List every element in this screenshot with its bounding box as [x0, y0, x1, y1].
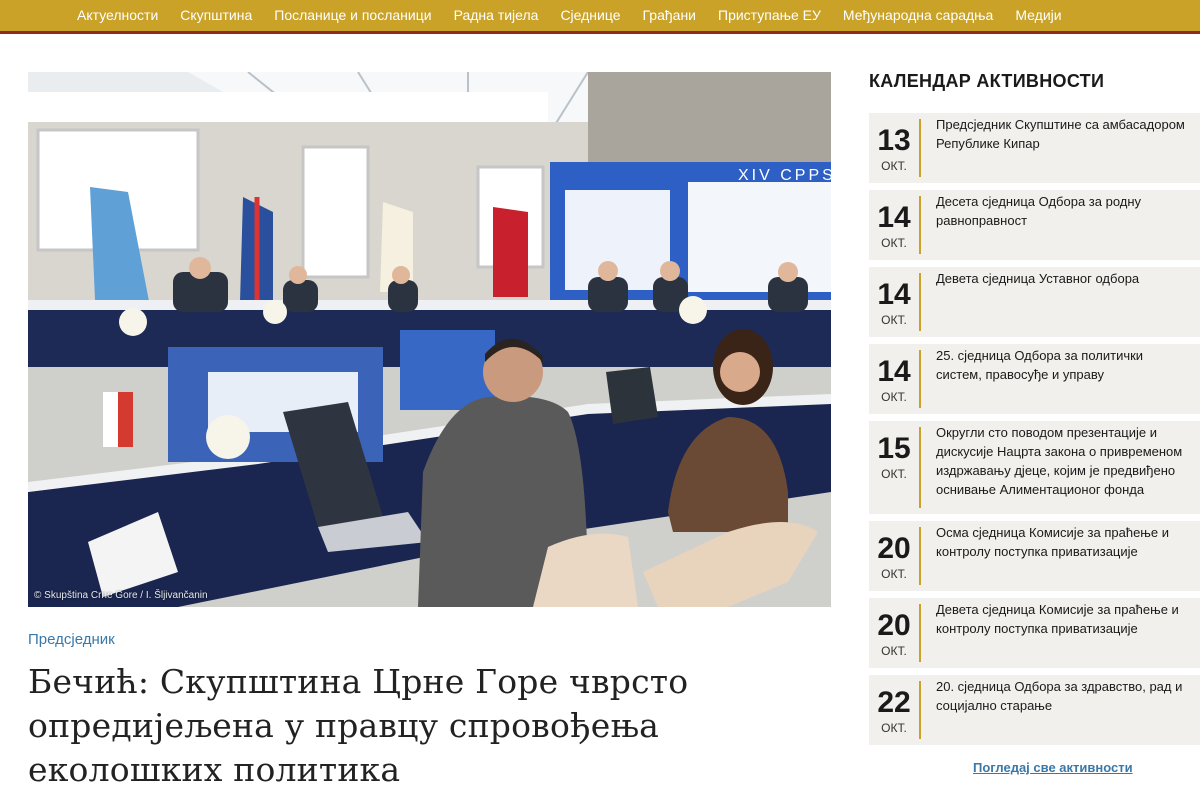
- nav-item-working-bodies[interactable]: Радна тијела: [443, 0, 550, 31]
- calendar-month: ОКТ.: [881, 467, 907, 481]
- calendar-date: 15 ОКТ.: [869, 427, 921, 508]
- calendar-item-text: Девета сједница Уставног одбора: [936, 271, 1140, 286]
- calendar-date: 20 ОКТ.: [869, 527, 921, 585]
- calendar-item-text: Девета сједница Комисије за праћење и ко…: [936, 602, 1179, 636]
- calendar-item[interactable]: 14 ОКТ. Девета сједница Уставног одбора: [869, 267, 1200, 337]
- calendar-date: 20 ОКТ.: [869, 604, 921, 662]
- calendar-title: КАЛЕНДАР АКТИВНОСТИ: [869, 71, 1105, 91]
- nav-item-citizens[interactable]: Грађани: [632, 0, 708, 31]
- view-all-activities-link[interactable]: Погледај све активности: [973, 760, 1133, 775]
- calendar-date: 14 ОКТ.: [869, 273, 921, 331]
- calendar-day: 20: [877, 609, 911, 642]
- calendar-day: 13: [877, 124, 911, 157]
- calendar-day: 22: [877, 686, 911, 719]
- calendar-item[interactable]: 22 ОКТ. 20. сједница Одбора за здравство…: [869, 675, 1200, 745]
- nav-item-sittings[interactable]: Сједнице: [549, 0, 631, 31]
- article-category-link[interactable]: Предсједник: [28, 631, 115, 648]
- calendar-month: ОКТ.: [881, 236, 907, 250]
- calendar-item-text: Округли сто поводом презентације и диску…: [936, 425, 1183, 497]
- calendar-date: 13 ОКТ.: [869, 119, 921, 177]
- calendar-item-text: Предсједник Скупштине са амбасадором Реп…: [936, 117, 1185, 151]
- calendar-date: 14 ОКТ.: [869, 196, 921, 254]
- calendar-item-text: 25. сједница Одбора за политички систем,…: [936, 348, 1144, 382]
- nav-item-mps[interactable]: Посланице и посланици: [263, 0, 442, 31]
- calendar-item-text: Десета сједница Одбора за родну равнопра…: [936, 194, 1142, 228]
- calendar-day: 14: [877, 355, 911, 388]
- calendar-date: 14 ОКТ.: [869, 350, 921, 408]
- calendar-day: 14: [877, 201, 911, 234]
- calendar-list: 13 ОКТ. Предсједник Скупштине са амбасад…: [869, 113, 1200, 752]
- calendar-month: ОКТ.: [881, 567, 907, 581]
- article-hero-image[interactable]: XIV CPPSES: [28, 72, 831, 607]
- nav-item-parliament[interactable]: Скупштина: [169, 0, 263, 31]
- calendar-item[interactable]: 14 ОКТ. 25. сједница Одбора за политички…: [869, 344, 1200, 414]
- nav-item-international[interactable]: Међународна сарадња: [832, 0, 1004, 31]
- nav-item-media[interactable]: Медији: [1004, 0, 1072, 31]
- nav-item-eu-accession[interactable]: Приступање ЕУ: [707, 0, 832, 31]
- photo-credit: © Skupština Crne Gore / I. Šljivančanin: [34, 590, 208, 601]
- calendar-month: ОКТ.: [881, 390, 907, 404]
- calendar-item[interactable]: 20 ОКТ. Осма сједница Комисије за праћењ…: [869, 521, 1200, 591]
- calendar-item-text: Осма сједница Комисије за праћење и конт…: [936, 525, 1169, 559]
- calendar-day: 14: [877, 278, 911, 311]
- calendar-date: 22 ОКТ.: [869, 681, 921, 739]
- calendar-item-text: 20. сједница Одбора за здравство, рад и …: [936, 679, 1183, 713]
- calendar-month: ОКТ.: [881, 721, 907, 735]
- calendar-item[interactable]: 15 ОКТ. Округли сто поводом презентације…: [869, 421, 1200, 514]
- main-nav: Актуелности Скупштина Посланице и послан…: [0, 0, 1200, 34]
- calendar-month: ОКТ.: [881, 644, 907, 658]
- calendar-month: ОКТ.: [881, 313, 907, 327]
- calendar-item[interactable]: 20 ОКТ. Девета сједница Комисије за праћ…: [869, 598, 1200, 668]
- article-headline[interactable]: Бечић: Скупштина Црне Горе чврсто опреди…: [28, 660, 828, 792]
- calendar-day: 15: [877, 432, 911, 465]
- banner-title: XIV CPPSES: [738, 167, 831, 184]
- calendar-month: ОКТ.: [881, 159, 907, 173]
- calendar-item[interactable]: 13 ОКТ. Предсједник Скупштине са амбасад…: [869, 113, 1200, 183]
- nav-item-news[interactable]: Актуелности: [66, 0, 169, 31]
- calendar-day: 20: [877, 532, 911, 565]
- calendar-item[interactable]: 14 ОКТ. Десета сједница Одбора за родну …: [869, 190, 1200, 260]
- conference-photo: XIV CPPSES: [28, 72, 831, 607]
